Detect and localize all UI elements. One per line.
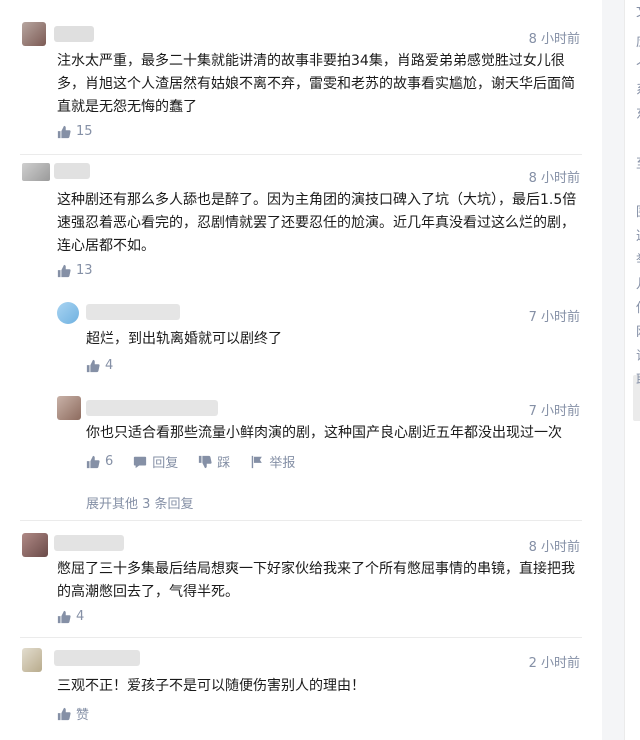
thumb-up-icon — [57, 610, 71, 623]
comment-actions: 15 — [57, 124, 113, 139]
like-count: 13 — [76, 263, 93, 278]
username[interactable] — [54, 650, 140, 666]
reply-time: 7 小时前 — [528, 310, 580, 325]
report-button[interactable]: 举报 — [250, 452, 295, 471]
avatar[interactable] — [57, 302, 79, 324]
sidebar-text: 举 — [636, 254, 640, 267]
sidebar-text: 这 — [636, 230, 640, 243]
dislike-label: 踩 — [217, 456, 231, 471]
thumb-up-icon — [86, 455, 100, 468]
comment-text: 三观不正！爱孩子不是可以随便伤害别人的理由！ — [57, 678, 365, 694]
avatar[interactable] — [22, 533, 48, 557]
username[interactable] — [54, 26, 94, 42]
thumb-down-icon — [199, 455, 212, 468]
comment-time: 2 小时前 — [528, 656, 580, 671]
reply-actions: 6 回复 踩 举报 — [86, 452, 315, 471]
thumb-up-icon — [57, 707, 71, 720]
avatar[interactable] — [57, 396, 81, 420]
flag-icon — [252, 455, 263, 468]
like-button[interactable]: 赞 — [57, 704, 89, 723]
sidebar-text: 东 — [636, 108, 640, 121]
comment-time: 8 小时前 — [528, 32, 580, 47]
sidebar-text: 至 — [636, 158, 640, 171]
sidebar-text: 应 — [636, 36, 640, 49]
comment-time: 8 小时前 — [528, 540, 580, 555]
sidebar-text: 证 — [636, 350, 640, 363]
like-button[interactable]: 6 — [86, 454, 113, 469]
reply-actions: 4 — [86, 358, 133, 373]
sidebar-text: 文 — [636, 6, 640, 19]
thumb-up-icon — [57, 264, 71, 277]
comment-text: 注水太严重，最多二十集就能讲清的故事非要拍34集，肖路爱弟弟感觉胜过女儿很多，肖… — [57, 53, 575, 115]
username[interactable] — [54, 535, 124, 551]
thumb-up-icon — [57, 125, 71, 138]
sidebar-text: 个 — [636, 60, 640, 73]
avatar[interactable] — [22, 163, 50, 181]
reply-button[interactable]: 回复 — [133, 452, 178, 471]
reply-icon — [134, 456, 147, 468]
comment-actions: 赞 — [57, 704, 109, 723]
reply-label: 回复 — [152, 456, 179, 471]
like-count: 4 — [105, 358, 114, 373]
like-button[interactable]: 13 — [57, 263, 93, 278]
like-label: 赞 — [76, 708, 90, 723]
like-button[interactable]: 4 — [86, 358, 113, 373]
comment-actions: 13 — [57, 263, 113, 278]
comment-actions: 4 — [57, 609, 104, 624]
like-count: 4 — [76, 609, 85, 624]
comment-text: 憋屈了三十多集最后结局想爽一下好家伙给我来了个所有憋屈事情的串镜，直接把我的高潮… — [57, 561, 575, 600]
expand-replies-link[interactable]: 展开其他 3 条回复 — [86, 493, 194, 512]
divider — [20, 154, 582, 155]
dislike-button[interactable]: 踩 — [198, 452, 230, 471]
report-label: 举报 — [269, 456, 296, 471]
like-button[interactable]: 15 — [57, 124, 93, 139]
username[interactable] — [86, 400, 218, 416]
like-count: 15 — [76, 124, 93, 139]
sidebar-text: 系 — [636, 84, 640, 97]
comment-panel: 8 小时前 注水太严重，最多二十集就能讲清的故事非要拍34集，肖路爱弟弟感觉胜过… — [0, 0, 602, 740]
username[interactable] — [54, 163, 90, 179]
avatar[interactable] — [22, 648, 42, 672]
like-button[interactable]: 4 — [57, 609, 84, 624]
divider — [20, 637, 582, 638]
divider — [20, 520, 582, 521]
comment-time: 8 小时前 — [528, 171, 580, 186]
comment-text: 这种剧还有那么多人舔也是醉了。因为主角团的演技口碑入了坑（大坑），最后1.5倍速… — [57, 192, 577, 254]
reply-text: 超烂，到出轨离婚就可以剧终了 — [86, 331, 282, 347]
reply-time: 7 小时前 — [528, 404, 580, 419]
sidebar-text: 侵 — [636, 302, 640, 315]
reply-text: 你也只适合看那些流量小鲜肉演的剧，这种国产良心剧近五年都没出现过一次 — [86, 425, 562, 441]
sidebar-text: 耶 — [636, 374, 640, 387]
avatar[interactable] — [22, 22, 46, 46]
like-count: 6 — [105, 454, 114, 469]
thumb-up-icon — [86, 359, 100, 372]
sidebar-text: 儿 — [636, 278, 640, 291]
username[interactable] — [86, 304, 180, 320]
sidebar-text: 网 — [636, 326, 640, 339]
sidebar-text: 围 — [636, 206, 640, 219]
